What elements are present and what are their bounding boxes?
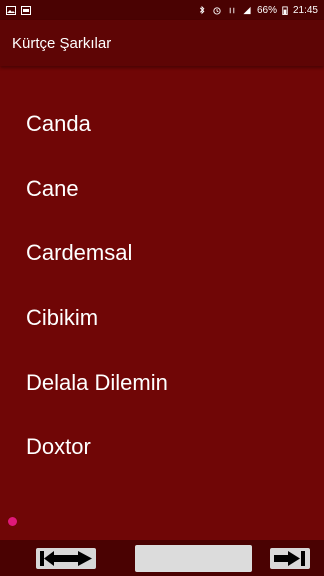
alarm-icon <box>213 6 221 15</box>
battery-icon <box>282 5 288 15</box>
song-title: Cane <box>26 175 79 201</box>
data-activity-icon <box>229 7 235 13</box>
play-pause-button[interactable] <box>135 545 252 572</box>
next-button[interactable] <box>270 548 310 569</box>
player-controls <box>0 540 324 576</box>
status-bar: 66% 21:45 <box>0 0 324 20</box>
song-list-item[interactable]: Doxtor <box>0 415 324 480</box>
song-list-item[interactable]: Delala Dilemin <box>0 350 324 415</box>
gallery-notification-icon <box>6 5 16 15</box>
song-list-item[interactable]: Cane <box>0 157 324 222</box>
indicator-dot <box>8 517 17 526</box>
signal-icon <box>243 6 251 14</box>
song-list-item[interactable]: Cibikim <box>0 286 324 351</box>
skip-previous-icon <box>40 551 92 566</box>
song-title: Cardemsal <box>26 240 133 266</box>
battery-percent: 66% <box>256 4 277 16</box>
app-notification-icon <box>21 5 31 15</box>
song-title: Doxtor <box>26 434 91 460</box>
song-title: Canda <box>26 111 91 137</box>
song-title: Cibikim <box>26 305 99 331</box>
song-title: Delala Dilemin <box>26 369 168 395</box>
skip-next-icon <box>274 551 305 566</box>
app-bar: Kürtçe Şarkılar <box>0 20 324 66</box>
song-list-item[interactable]: Canda <box>0 92 324 157</box>
clock: 21:45 <box>292 4 318 16</box>
bluetooth-icon <box>199 5 205 14</box>
previous-button[interactable] <box>36 548 96 569</box>
app-title: Kürtçe Şarkılar <box>12 34 112 52</box>
song-list-item[interactable]: Cardemsal <box>0 221 324 286</box>
song-list: Canda Cane Cardemsal Cibikim Delala Dile… <box>0 92 324 480</box>
